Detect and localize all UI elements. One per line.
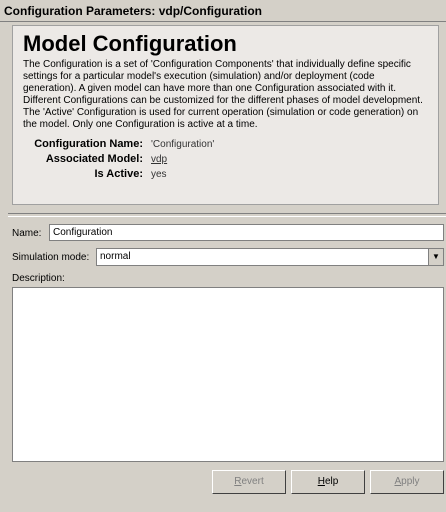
window-title: Configuration Parameters: vdp/Configurat… — [0, 0, 446, 22]
assoc-model-link[interactable]: vdp — [151, 152, 167, 167]
properties-table: Configuration Name: 'Configuration' Asso… — [23, 137, 428, 182]
is-active-key: Is Active: — [94, 168, 143, 180]
help-button[interactable]: Help — [291, 470, 365, 494]
is-active-row: Is Active: yes — [23, 167, 428, 182]
help-label: elp — [324, 476, 339, 487]
assoc-model-row: Associated Model: vdp — [23, 152, 428, 167]
name-label: Name: — [12, 228, 42, 239]
info-description: The Configuration is a set of 'Configura… — [23, 59, 423, 130]
simulation-mode-select[interactable]: normal ▼ — [96, 248, 444, 266]
assoc-model-key: Associated Model: — [45, 153, 143, 165]
is-active-value: yes — [151, 169, 167, 180]
apply-button[interactable]: Apply — [370, 470, 444, 494]
config-name-value: 'Configuration' — [151, 139, 215, 150]
simulation-mode-value: normal — [100, 251, 131, 262]
dropdown-arrow-icon[interactable]: ▼ — [428, 249, 443, 265]
info-heading: Model Configuration — [23, 31, 237, 56]
panel-splitter[interactable] — [8, 213, 446, 217]
description-textarea[interactable] — [12, 287, 444, 462]
help-accel: H — [317, 476, 325, 487]
description-label: Description: — [12, 273, 65, 284]
config-name-key: Configuration Name: — [34, 138, 143, 150]
simulation-mode-label: Simulation mode: — [12, 252, 90, 263]
revert-label: evert — [241, 476, 264, 487]
info-panel: Model Configuration The Configuration is… — [12, 25, 439, 205]
revert-accel: R — [234, 476, 242, 487]
name-input[interactable] — [49, 224, 444, 241]
revert-button[interactable]: Revert — [212, 470, 286, 494]
dialog-window: Configuration Parameters: vdp/Configurat… — [0, 0, 446, 512]
config-name-row: Configuration Name: 'Configuration' — [23, 137, 428, 152]
apply-label: pply — [401, 476, 420, 487]
